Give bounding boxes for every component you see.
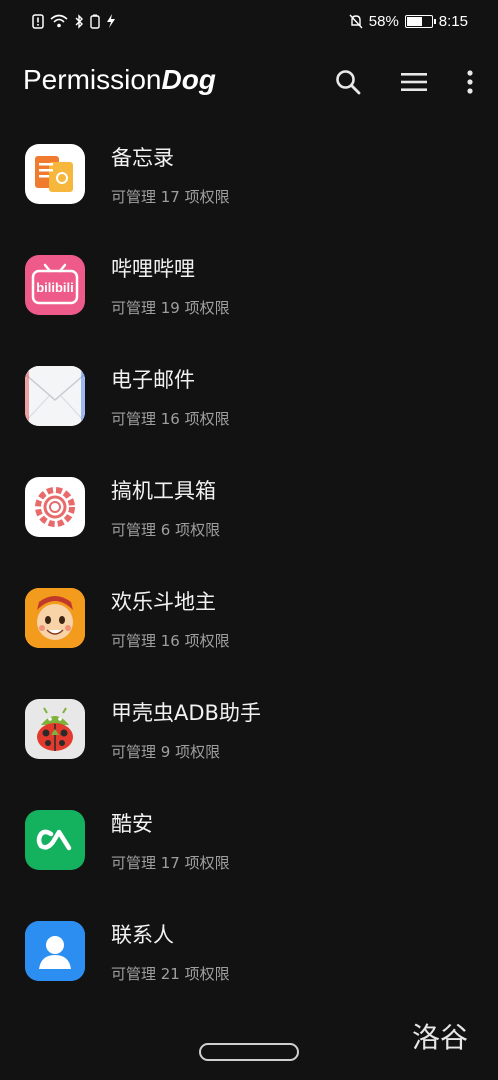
list-item-email[interactable]: 电子邮件 可管理 16 项权限 xyxy=(0,340,498,451)
permission-count: 可管理 21 项权限 xyxy=(111,965,230,983)
permission-count: 可管理 16 项权限 xyxy=(111,410,230,428)
app-name: 欢乐斗地主 xyxy=(111,590,216,614)
app-name: 酷安 xyxy=(111,812,153,836)
permission-count: 可管理 17 项权限 xyxy=(111,854,230,872)
app-title: PermissionDog xyxy=(23,64,216,96)
bilibili-icon: bilibili xyxy=(25,255,85,315)
status-left-icons xyxy=(32,13,116,29)
bell-off-icon xyxy=(349,14,363,28)
app-name: 哔哩哔哩 xyxy=(111,257,195,281)
permission-count: 可管理 19 项权限 xyxy=(111,299,230,317)
more-vert-icon xyxy=(467,70,473,94)
app-list: 备忘录 可管理 17 项权限 bilibili 哔哩哔哩 可管理 19 项权限 xyxy=(0,118,498,1006)
app-name: 电子邮件 xyxy=(111,368,195,392)
menu-icon xyxy=(401,73,427,91)
battery-icon xyxy=(404,14,436,28)
doudizhu-icon xyxy=(25,588,85,648)
battery-percent: 58% xyxy=(368,12,399,30)
more-options-button[interactable] xyxy=(460,62,480,102)
list-item-contacts[interactable]: 联系人 可管理 21 项权限 xyxy=(0,895,498,1006)
menu-button[interactable] xyxy=(394,62,434,102)
list-item-memo[interactable]: 备忘录 可管理 17 项权限 xyxy=(0,118,498,229)
permission-count: 可管理 6 项权限 xyxy=(111,521,221,539)
gear-toolbox-icon xyxy=(25,477,85,537)
list-item-toolbox[interactable]: 搞机工具箱 可管理 6 项权限 xyxy=(0,451,498,562)
app-name: 联系人 xyxy=(111,923,174,947)
wifi-icon xyxy=(50,14,68,28)
app-bar: PermissionDog xyxy=(0,56,498,106)
nfc-icon xyxy=(90,14,100,29)
app-name: 甲壳虫ADB助手 xyxy=(111,701,261,725)
sim-alert-icon xyxy=(32,13,44,29)
app-title-plain: Permission xyxy=(23,64,162,95)
permission-count: 可管理 17 项权限 xyxy=(111,188,230,206)
contacts-icon xyxy=(25,921,85,981)
app-name: 搞机工具箱 xyxy=(111,479,216,503)
memo-icon xyxy=(25,144,85,204)
list-item-adb-helper[interactable]: 甲壳虫ADB助手 可管理 9 项权限 xyxy=(0,673,498,784)
home-indicator[interactable] xyxy=(199,1043,299,1061)
status-bar: 58% 8:15 xyxy=(0,0,498,42)
list-item-doudizhu[interactable]: 欢乐斗地主 可管理 16 项权限 xyxy=(0,562,498,673)
list-item-coolapk[interactable]: 酷安 可管理 17 项权限 xyxy=(0,784,498,895)
screen: 58% 8:15 PermissionDog 备忘录 可管理 17 项权限 bi… xyxy=(0,0,498,1080)
status-right: 58% 8:15 xyxy=(349,13,468,30)
app-actions xyxy=(328,62,480,102)
bluetooth-icon xyxy=(75,13,83,29)
svg-text:bilibili: bilibili xyxy=(36,280,74,295)
search-icon xyxy=(336,70,361,95)
app-title-italic: Dog xyxy=(161,64,216,95)
charging-icon xyxy=(107,14,115,28)
email-icon xyxy=(25,366,85,426)
search-button[interactable] xyxy=(328,62,368,102)
permission-count: 可管理 9 项权限 xyxy=(111,743,221,761)
clock: 8:15 xyxy=(438,12,468,30)
coolapk-icon xyxy=(25,810,85,870)
watermark: 洛谷 xyxy=(411,1021,468,1054)
permission-count: 可管理 16 项权限 xyxy=(111,632,230,650)
ladybug-android-icon xyxy=(25,699,85,759)
app-name: 备忘录 xyxy=(111,146,174,170)
list-item-bilibili[interactable]: bilibili 哔哩哔哩 可管理 19 项权限 xyxy=(0,229,498,340)
